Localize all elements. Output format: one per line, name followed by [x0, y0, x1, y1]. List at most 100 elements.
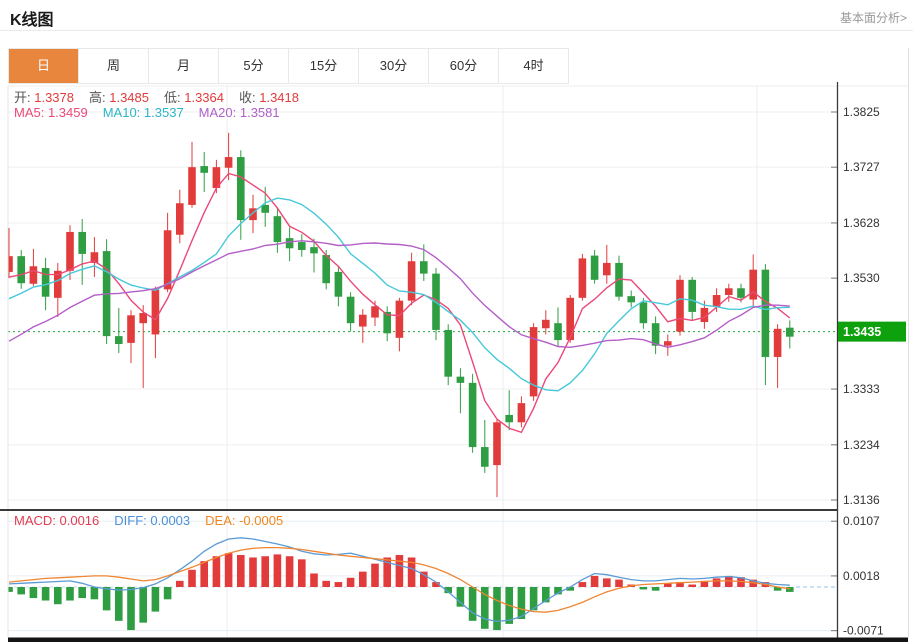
- candle: [371, 306, 379, 318]
- candle: [346, 296, 355, 324]
- readout-value: 1.3418: [255, 90, 299, 105]
- candle: [761, 269, 770, 357]
- readout-item: DIFF: 0.0003: [114, 513, 190, 528]
- macd-bar: [115, 587, 123, 621]
- readout-label: 高:: [89, 90, 106, 105]
- tab-4hour[interactable]: 4时: [499, 49, 568, 83]
- macd-bar: [603, 578, 611, 587]
- macd-bar: [590, 575, 599, 587]
- candle: [688, 279, 696, 312]
- candle: [456, 376, 465, 383]
- candle: [237, 157, 245, 221]
- tab-5min[interactable]: 5分: [219, 49, 289, 83]
- candle: [115, 336, 123, 345]
- candle: [505, 414, 513, 423]
- candle: [737, 288, 745, 298]
- macd-bar: [102, 587, 111, 611]
- candle: [493, 422, 501, 466]
- tab-15min[interactable]: 15分: [289, 49, 359, 83]
- candle: [127, 315, 135, 343]
- svg-text:1.3727: 1.3727: [843, 160, 880, 174]
- candle: [542, 319, 550, 329]
- page-title: K线图: [10, 12, 54, 29]
- readout-label: DEA:: [205, 513, 236, 528]
- candle: [468, 382, 477, 448]
- candle: [749, 269, 757, 300]
- macd-bar: [346, 577, 355, 587]
- svg-text:1.3825: 1.3825: [843, 105, 880, 119]
- header-divider: [0, 30, 913, 31]
- candle: [176, 203, 184, 235]
- tab-month[interactable]: 月: [149, 49, 219, 83]
- tab-week[interactable]: 周: [79, 49, 149, 83]
- macd-histogram: [8, 553, 794, 631]
- readout-item: MACD: 0.0016: [14, 513, 99, 528]
- macd-bar: [54, 587, 62, 605]
- readout-item: 开: 1.3378: [14, 90, 74, 105]
- macd-bar: [310, 573, 318, 587]
- kline-widget: 1.3825 1.3727 1.3628 1.3530 1.3333 1.3234 1.31…: [0, 0, 913, 643]
- candle: [578, 258, 587, 298]
- macd-bar: [8, 587, 13, 592]
- candle: [29, 266, 38, 284]
- svg-text:1.3435: 1.3435: [843, 325, 881, 339]
- bottom-bar: [8, 637, 908, 642]
- macd-bar: [151, 587, 160, 612]
- macd-bar: [29, 587, 38, 599]
- macd-bar: [188, 569, 196, 587]
- candle: [627, 296, 635, 303]
- macd-bar: [786, 587, 794, 592]
- tab-60min[interactable]: 60分: [429, 49, 499, 83]
- readout-item: MA20: 1.3581: [199, 105, 280, 120]
- candle: [664, 341, 672, 346]
- tab-30min[interactable]: 30分: [359, 49, 429, 83]
- macd-bar: [66, 587, 74, 601]
- macd-bar: [78, 587, 86, 599]
- candle: [481, 447, 489, 467]
- svg-text:0.0107: 0.0107: [843, 514, 880, 528]
- readout-value: 1.3364: [180, 90, 224, 105]
- svg-text:1.3136: 1.3136: [843, 493, 880, 507]
- macd-bar: [371, 563, 379, 587]
- macd-bar: [200, 561, 208, 587]
- candle: [639, 302, 648, 324]
- macd-bar: [237, 555, 245, 587]
- candle: [151, 289, 160, 335]
- readout-value: -0.0005: [235, 513, 284, 528]
- current-price-tag: 1.3435: [838, 321, 906, 342]
- candle: [725, 288, 733, 296]
- macd-bar: [176, 580, 184, 587]
- macd-bar: [298, 559, 306, 587]
- readout-label: DIFF:: [114, 513, 147, 528]
- macd-bar: [359, 571, 367, 587]
- macd-readout: MACD: 0.0016 DIFF: 0.0003 DEA: -0.0005: [14, 513, 298, 528]
- candle: [773, 328, 782, 357]
- readout-label: MA10:: [102, 105, 141, 120]
- readout-item: 低: 1.3364: [164, 90, 224, 105]
- macd-bar: [712, 578, 721, 587]
- macd-bar: [273, 554, 282, 587]
- candle: [590, 255, 599, 280]
- candle: [407, 261, 416, 301]
- readout-item: 高: 1.3485: [89, 90, 149, 105]
- macd-bar: [163, 587, 172, 600]
- tab-day[interactable]: 日: [9, 49, 79, 83]
- macd-bar: [322, 580, 330, 587]
- svg-text:1.3628: 1.3628: [843, 216, 880, 230]
- candle: [310, 247, 318, 254]
- macd-bar: [493, 587, 501, 631]
- macd-bar: [249, 557, 257, 587]
- macd-bar: [139, 587, 147, 623]
- candle: [322, 255, 330, 284]
- macd-bar: [285, 556, 294, 587]
- candle: [786, 327, 794, 337]
- readout-label: 收:: [239, 90, 256, 105]
- price-axis: 1.3825 1.3727 1.3628 1.3530 1.3333 1.3234 1.31…: [831, 105, 880, 507]
- candle: [334, 271, 343, 297]
- readout-value: 1.3485: [105, 90, 149, 105]
- fundamental-analysis-link[interactable]: 基本面分析>: [840, 9, 907, 26]
- candle: [554, 323, 562, 341]
- macd-bar: [17, 587, 25, 595]
- svg-text:0.0018: 0.0018: [843, 569, 880, 583]
- macd-bar: [261, 556, 269, 587]
